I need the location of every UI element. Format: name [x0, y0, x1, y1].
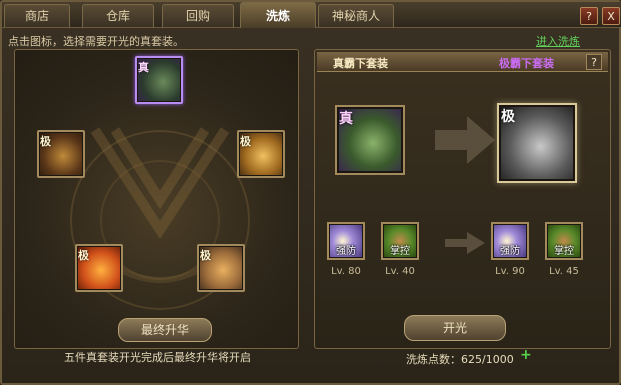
skill-slot[interactable]: 掌控 [545, 222, 583, 260]
slot-tag: 极 [240, 135, 251, 148]
enter-refine-link[interactable]: 进入洗炼 [536, 33, 580, 49]
skill-slot[interactable]: 强防 [327, 222, 365, 260]
skill-name: 掌控 [390, 246, 410, 257]
slot-tag: 极 [78, 249, 89, 262]
skill-level: Lv. 90 [495, 266, 525, 277]
source-tag: 真 [339, 111, 353, 127]
tab-mystery-merchant[interactable]: 神秘商人 [318, 4, 394, 27]
close-button[interactable]: X [602, 7, 620, 25]
equip-slot-right[interactable]: 极 [237, 130, 285, 178]
equipment-panel: 真 极 极 极 极 [14, 49, 299, 349]
arrow-right-icon [445, 232, 485, 254]
slot-tag: 真 [138, 61, 149, 74]
help-button[interactable]: ? [580, 7, 598, 25]
equip-slot-left[interactable]: 极 [37, 130, 85, 178]
upgrade-panel: 真霸下套装 极霸下套装 ? 真 极 强防 Lv. 80 掌控 Lv. 40 强防… [314, 49, 611, 349]
target-item-slot[interactable]: 极 [497, 103, 577, 183]
skill-name: 掌控 [554, 246, 574, 257]
tab-warehouse[interactable]: 仓库 [82, 4, 154, 27]
skill-level: Lv. 45 [549, 266, 579, 277]
sublimation-note: 五件真套装开光完成后最终升华将开启 [64, 351, 251, 364]
slot-tag: 极 [200, 249, 211, 262]
target-set-title: 极霸下套装 [499, 57, 554, 70]
add-points-icon[interactable]: + [520, 347, 532, 363]
upgrade-help-button[interactable]: ? [586, 54, 602, 70]
target-tag: 极 [501, 109, 515, 125]
window: 商店 仓库 回购 洗炼 神秘商人 ? X 点击图标，选择需要开光的真套装。 进入… [0, 0, 621, 385]
upgrade-header: 真霸下套装 极霸下套装 ? [317, 52, 608, 72]
tab-refine[interactable]: 洗炼 [240, 2, 316, 28]
skill-slot[interactable]: 强防 [491, 222, 529, 260]
skill-name: 强防 [336, 246, 356, 257]
refine-points-value: 625/1000 [461, 353, 514, 366]
final-sublimation-button[interactable]: 最终升华 [118, 318, 212, 342]
instruction-text: 点击图标，选择需要开光的真套装。 [8, 35, 184, 48]
source-set-title: 真霸下套装 [333, 57, 388, 70]
tab-buyback[interactable]: 回购 [162, 4, 234, 27]
source-item-slot[interactable]: 真 [335, 105, 405, 175]
skill-level: Lv. 40 [385, 266, 415, 277]
tab-shop[interactable]: 商店 [4, 4, 70, 27]
equip-slot-bottom-right[interactable]: 极 [197, 244, 245, 292]
skill-level: Lv. 80 [331, 266, 361, 277]
skill-name: 强防 [500, 246, 520, 257]
equip-slot-top[interactable]: 真 [135, 56, 183, 104]
refine-points: 洗炼点数：625/1000 [406, 351, 514, 367]
slot-tag: 极 [40, 135, 51, 148]
equip-slot-bottom-left[interactable]: 极 [75, 244, 123, 292]
skill-slot[interactable]: 掌控 [381, 222, 419, 260]
refine-points-label: 洗炼点数： [406, 353, 461, 366]
arrow-right-icon [435, 116, 495, 164]
consecrate-button[interactable]: 开光 [404, 315, 506, 341]
tab-bar: 商店 仓库 回购 洗炼 神秘商人 ? X [2, 2, 621, 28]
